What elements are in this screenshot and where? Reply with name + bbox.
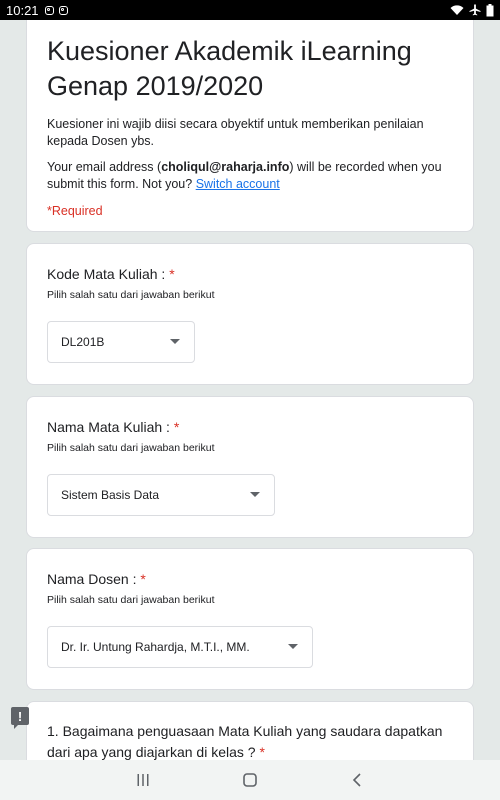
form-description: Kuesioner ini wajib diisi secara obyekti… — [47, 117, 424, 148]
dropdown-selected-value: Sistem Basis Data — [61, 488, 160, 502]
wifi-icon — [450, 4, 464, 15]
navigation-bar — [0, 760, 500, 800]
nama-dosen-dropdown[interactable]: Dr. Ir. Untung Rahardja, M.T.I., MM. — [47, 626, 313, 668]
question-title-text: Nama Mata Kuliah : — [47, 419, 170, 435]
question-hint: Pilih salah satu dari jawaban berikut — [47, 289, 215, 301]
required-star: * — [169, 266, 175, 282]
question-title: 1. Bagaimana penguasaan Mata Kuliah yang… — [47, 721, 453, 760]
email-notice-prefix: Your email address ( — [47, 160, 162, 174]
status-time: 10:21 — [6, 2, 39, 18]
home-icon[interactable] — [230, 765, 270, 795]
battery-icon — [486, 3, 494, 16]
user-email: choliqul@raharja.info — [161, 160, 290, 174]
feedback-icon[interactable]: ! — [11, 707, 29, 729]
email-notice: Your email address (choliqul@raharja.inf… — [47, 159, 453, 193]
nama-mata-kuliah-dropdown[interactable]: Sistem Basis Data — [47, 474, 275, 516]
required-star: * — [140, 571, 146, 587]
question-card-kode-mata-kuliah: Kode Mata Kuliah : * Pilih salah satu da… — [26, 243, 474, 385]
status-bar: 10:21 — [0, 0, 500, 20]
dropdown-arrow-icon — [170, 339, 180, 344]
required-note: *Required — [47, 204, 103, 218]
switch-account-link[interactable]: Switch account — [196, 177, 280, 191]
dropdown-arrow-icon — [288, 644, 298, 649]
question-hint: Pilih salah satu dari jawaban berikut — [47, 442, 215, 454]
back-icon[interactable] — [337, 765, 377, 795]
kode-mata-kuliah-dropdown[interactable]: DL201B — [47, 321, 195, 363]
dropdown-selected-value: Dr. Ir. Untung Rahardja, M.T.I., MM. — [61, 640, 250, 654]
question-title-text: 1. Bagaimana penguasaan Mata Kuliah yang… — [47, 723, 443, 760]
question-card-nama-mata-kuliah: Nama Mata Kuliah : * Pilih salah satu da… — [26, 396, 474, 538]
recent-apps-icon[interactable] — [123, 765, 163, 795]
question-title: Kode Mata Kuliah : * — [47, 266, 453, 282]
form-header-card: Kuesioner Akademik iLearning Genap 2019/… — [26, 20, 474, 232]
question-title: Nama Mata Kuliah : * — [47, 419, 453, 435]
form-title: Kuesioner Akademik iLearning Genap 2019/… — [47, 36, 412, 101]
instagram-icon — [44, 5, 54, 15]
feedback-glyph: ! — [17, 708, 23, 724]
airplane-icon — [469, 4, 481, 16]
dropdown-selected-value: DL201B — [61, 335, 105, 349]
instagram-icon — [58, 5, 68, 15]
question-title-text: Nama Dosen : — [47, 571, 137, 587]
question-title: Nama Dosen : * — [47, 571, 453, 587]
form-content[interactable]: Kuesioner Akademik iLearning Genap 2019/… — [0, 20, 500, 760]
required-star: * — [259, 744, 265, 760]
required-star: * — [173, 419, 180, 435]
question-card-nama-dosen: Nama Dosen : * Pilih salah satu dari jaw… — [26, 548, 474, 690]
question-title-text: Kode Mata Kuliah : — [47, 266, 166, 282]
question-hint: Pilih salah satu dari jawaban berikut — [47, 594, 215, 606]
question-card-1: 1. Bagaimana penguasaan Mata Kuliah yang… — [26, 701, 474, 760]
dropdown-arrow-icon — [250, 492, 260, 497]
